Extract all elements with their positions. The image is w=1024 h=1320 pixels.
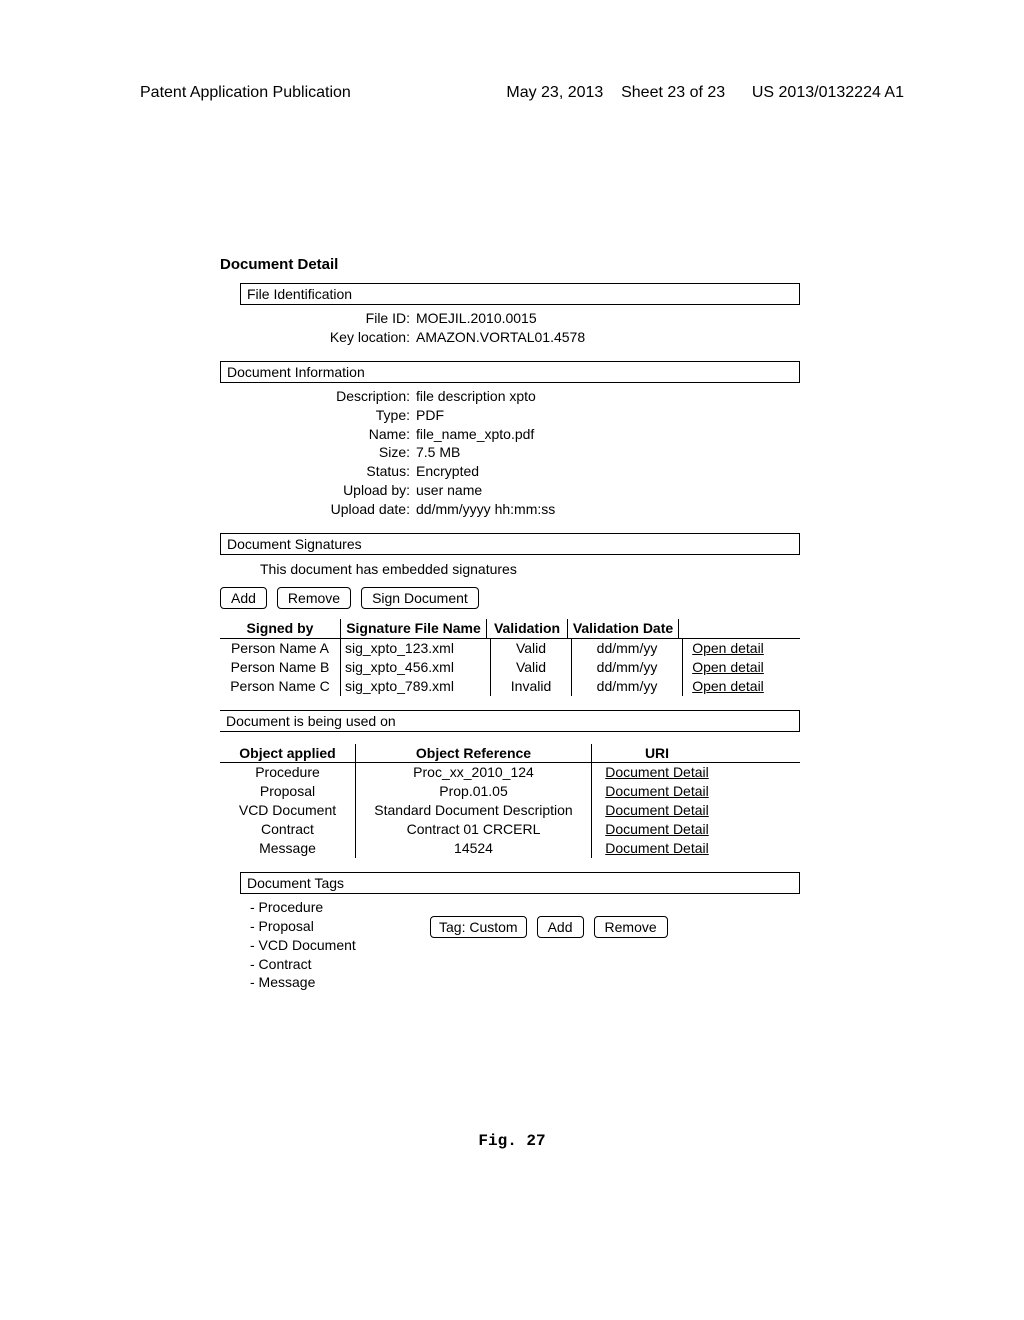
used-row: Proposal Prop.01.05 Document Detail [220, 782, 800, 801]
used-ref: Proc_xx_2010_124 [356, 763, 592, 782]
document-detail-link[interactable]: Document Detail [592, 820, 722, 839]
used-col-uri: URI [592, 744, 722, 763]
file-identification-header: File Identification [240, 283, 800, 305]
desc-label: Description: [220, 387, 416, 406]
used-obj: Proposal [220, 782, 356, 801]
sig-date: dd/mm/yy [572, 658, 683, 677]
status-value: Encrypted [416, 462, 800, 481]
update-label: Upload date: [220, 500, 416, 519]
document-detail-link[interactable]: Document Detail [592, 801, 722, 820]
tags-list: - Procedure - Proposal - VCD Document - … [220, 898, 430, 992]
tag-item: - Procedure [250, 898, 430, 917]
file-id-label: File ID: [220, 309, 416, 328]
sig-signed: Person Name C [220, 677, 341, 696]
used-row: Procedure Proc_xx_2010_124 Document Deta… [220, 763, 800, 782]
tag-item: - VCD Document [250, 936, 430, 955]
used-ref: Prop.01.05 [356, 782, 592, 801]
key-location-label: Key location: [220, 328, 416, 347]
header-right: May 23, 2013 Sheet 23 of 23 US 2013/0132… [506, 84, 904, 102]
tag-item: - Contract [250, 955, 430, 974]
header-left: Patent Application Publication [140, 84, 351, 102]
sig-col-validation: Validation [487, 619, 568, 638]
signature-row: Person Name C sig_xpto_789.xml Invalid d… [220, 677, 800, 696]
used-ref: 14524 [356, 839, 592, 858]
sig-valid: Valid [491, 639, 572, 658]
signatures-table: Signed by Signature File Name Validation… [220, 619, 800, 696]
sig-col-action [679, 619, 769, 638]
add-signature-button[interactable]: Add [220, 587, 267, 609]
sig-col-filename: Signature File Name [341, 619, 487, 638]
sig-date: dd/mm/yy [572, 677, 683, 696]
key-location-value: AMAZON.VORTAL01.4578 [416, 328, 800, 347]
used-col-ref: Object Reference [356, 744, 592, 763]
header-sheet: Sheet 23 of 23 [621, 84, 725, 101]
used-on-table: Object applied Object Reference URI Proc… [220, 744, 800, 858]
header-date: May 23, 2013 [506, 84, 603, 101]
used-obj: VCD Document [220, 801, 356, 820]
sig-signed: Person Name A [220, 639, 341, 658]
used-on-header: Document is being used on [220, 710, 800, 732]
upby-value: user name [416, 481, 800, 500]
used-ref: Contract 01 CRCERL [356, 820, 592, 839]
document-detail-link[interactable]: Document Detail [592, 782, 722, 801]
sig-valid: Valid [491, 658, 572, 677]
sig-valid: Invalid [491, 677, 572, 696]
tag-item: - Proposal [250, 917, 430, 936]
page-header: Patent Application Publication May 23, 2… [0, 84, 1024, 102]
size-value: 7.5 MB [416, 443, 800, 462]
sig-signed: Person Name B [220, 658, 341, 677]
sig-file: sig_xpto_456.xml [341, 658, 491, 677]
document-signatures-header: Document Signatures [220, 533, 800, 555]
document-tags-header: Document Tags [240, 872, 800, 894]
sign-document-button[interactable]: Sign Document [361, 587, 479, 609]
upby-label: Upload by: [220, 481, 416, 500]
document-information-header: Document Information [220, 361, 800, 383]
size-label: Size: [220, 443, 416, 462]
open-detail-link[interactable]: Open detail [683, 639, 773, 658]
used-row: Contract Contract 01 CRCERL Document Det… [220, 820, 800, 839]
used-ref: Standard Document Description [356, 801, 592, 820]
figure-caption: Fig. 27 [0, 1132, 1024, 1150]
file-id-value: MOEJIL.2010.0015 [416, 309, 800, 328]
remove-signature-button[interactable]: Remove [277, 587, 351, 609]
type-value: PDF [416, 406, 800, 425]
open-detail-link[interactable]: Open detail [683, 677, 773, 696]
embedded-signatures-msg: This document has embedded signatures [220, 561, 800, 577]
sig-file: sig_xpto_123.xml [341, 639, 491, 658]
open-detail-link[interactable]: Open detail [683, 658, 773, 677]
used-obj: Procedure [220, 763, 356, 782]
document-detail-link[interactable]: Document Detail [592, 839, 722, 858]
name-label: Name: [220, 425, 416, 444]
used-row: Message 14524 Document Detail [220, 839, 800, 858]
add-tag-button[interactable]: Add [537, 916, 584, 938]
sig-file: sig_xpto_789.xml [341, 677, 491, 696]
used-col-obj: Object applied [220, 744, 356, 763]
desc-value: file description xpto [416, 387, 800, 406]
page-title: Document Detail [220, 256, 800, 273]
used-obj: Message [220, 839, 356, 858]
sig-col-signedby: Signed by [220, 619, 341, 638]
name-value: file_name_xpto.pdf [416, 425, 800, 444]
tag-custom-input[interactable]: Tag: Custom [430, 916, 527, 938]
header-pubnum: US 2013/0132224 A1 [752, 84, 904, 101]
document-detail-link[interactable]: Document Detail [592, 763, 722, 782]
signature-row: Person Name B sig_xpto_456.xml Valid dd/… [220, 658, 800, 677]
sig-col-valdate: Validation Date [568, 619, 679, 638]
remove-tag-button[interactable]: Remove [594, 916, 668, 938]
signature-row: Person Name A sig_xpto_123.xml Valid dd/… [220, 639, 800, 658]
used-row: VCD Document Standard Document Descripti… [220, 801, 800, 820]
tag-item: - Message [250, 973, 430, 992]
sig-date: dd/mm/yy [572, 639, 683, 658]
used-obj: Contract [220, 820, 356, 839]
status-label: Status: [220, 462, 416, 481]
type-label: Type: [220, 406, 416, 425]
update-value: dd/mm/yyyy hh:mm:ss [416, 500, 800, 519]
